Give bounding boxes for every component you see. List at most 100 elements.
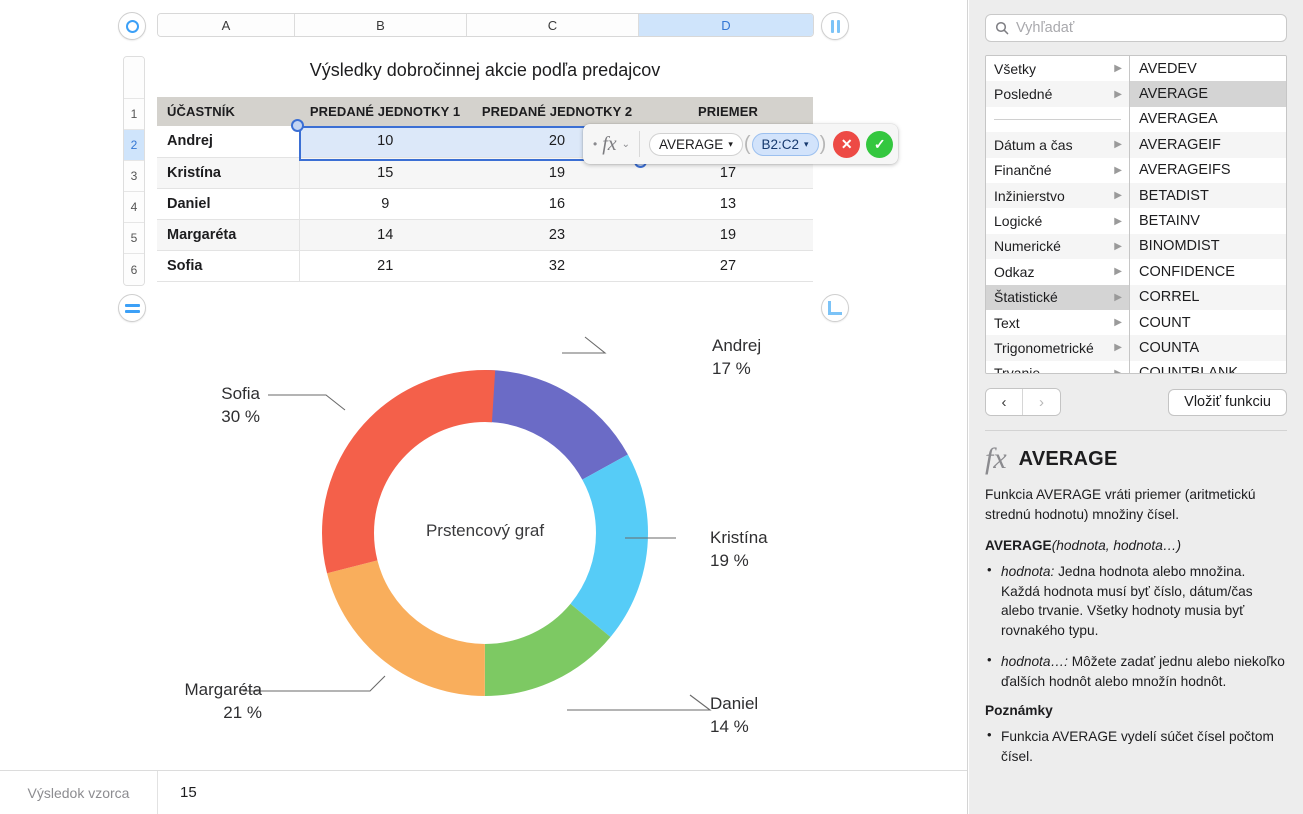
function-item-averagea[interactable]: AVERAGEA: [1130, 106, 1286, 133]
row-header-2[interactable]: 2: [124, 130, 144, 161]
category-item-logicke[interactable]: Logické ▶: [986, 208, 1129, 234]
category-item-inzinierstvo[interactable]: Inžinierstvo ▶: [986, 182, 1129, 209]
chart-label-kristina: Kristína 19 %: [710, 527, 768, 573]
col-header-priemer: PRIEMER: [643, 97, 813, 126]
chevron-right-icon: ▶: [1114, 266, 1122, 278]
doc-notes-heading: Poznámky: [985, 702, 1053, 718]
category-label: Numerické: [994, 238, 1061, 255]
row-header-3[interactable]: 3: [124, 161, 144, 192]
table-row[interactable]: Daniel 9 16 13: [157, 188, 813, 220]
category-item-numericke[interactable]: Numerické ▶: [986, 233, 1129, 260]
formula-bullet-icon: •: [593, 137, 598, 151]
column-header-strip: A B C D: [157, 13, 814, 37]
category-item-odkaz[interactable]: Odkaz ▶: [986, 259, 1129, 285]
columns-icon: [830, 19, 840, 33]
row-header-1[interactable]: 1: [124, 99, 144, 130]
cancel-formula-button[interactable]: ✕: [833, 130, 861, 158]
search-input[interactable]: [1016, 20, 1277, 36]
chart-label-pct: 30 %: [221, 406, 260, 426]
table-row[interactable]: Sofia 21 32 27: [157, 250, 813, 282]
row-header-5[interactable]: 5: [124, 223, 144, 254]
search-box[interactable]: [985, 14, 1287, 42]
category-item-statisticke[interactable]: Štatistické ▶: [986, 284, 1129, 310]
column-header-b[interactable]: B: [295, 14, 467, 36]
doc-argument-item: hodnota…: Môžete zadať jednu alebo nieko…: [985, 651, 1287, 692]
function-item-binomdist[interactable]: BINOMDIST: [1130, 233, 1286, 260]
category-label: Trigonometrické: [994, 339, 1094, 356]
category-item-datum-a-cas[interactable]: Dátum a čas ▶: [986, 132, 1129, 158]
cell-name[interactable]: Margaréta: [157, 219, 300, 251]
function-item-countblank[interactable]: COUNTBLANK: [1130, 360, 1286, 373]
formula-range-token[interactable]: B2:C2 ▾: [751, 132, 819, 156]
table-columns-handle[interactable]: [821, 12, 849, 40]
nav-forward-button[interactable]: ›: [1023, 389, 1060, 415]
cell-units2[interactable]: 23: [471, 219, 643, 251]
cell-name[interactable]: Daniel: [157, 188, 300, 220]
cell-units2[interactable]: 32: [471, 250, 643, 282]
function-item-confidence[interactable]: CONFIDENCE: [1130, 259, 1286, 285]
accept-formula-button[interactable]: ✓: [866, 130, 894, 158]
cell-average[interactable]: 19: [643, 219, 813, 251]
row-header-6[interactable]: 6: [124, 254, 144, 285]
table-row[interactable]: Margaréta 14 23 19: [157, 219, 813, 251]
formula-function-token[interactable]: AVERAGE ▾: [649, 132, 743, 156]
formula-editor[interactable]: • fx ⌄ AVERAGE ▾ ( B2:C2 ▾ ) ✕ ✓: [583, 124, 899, 164]
formula-divider: [639, 131, 641, 157]
function-item-counta[interactable]: COUNTA: [1130, 335, 1286, 361]
function-item-average[interactable]: AVERAGE: [1130, 81, 1286, 107]
category-item-trvanie[interactable]: Trvanie ▶: [986, 360, 1129, 373]
cell-units1[interactable]: 15: [299, 157, 471, 189]
chart-label-margareta: Margaréta 21 %: [162, 679, 262, 725]
chevron-down-icon[interactable]: ⌄: [622, 139, 630, 150]
formula-open-paren: (: [743, 133, 751, 155]
function-item-averageif[interactable]: AVERAGEIF: [1130, 132, 1286, 158]
row-header-4[interactable]: 4: [124, 192, 144, 223]
selection-handle-top-left[interactable]: [291, 119, 304, 132]
cell-average[interactable]: 13: [643, 188, 813, 220]
chart-label-pct: 21 %: [223, 702, 262, 722]
chart-label-name: Kristína: [710, 528, 768, 547]
column-header-c[interactable]: C: [467, 14, 639, 36]
function-item-betadist[interactable]: BETADIST: [1130, 182, 1286, 209]
circle-icon: [125, 19, 139, 33]
chevron-right-icon: ▶: [1114, 317, 1122, 329]
history-nav: ‹ ›: [985, 388, 1061, 416]
nav-back-button[interactable]: ‹: [986, 389, 1023, 415]
table-resize-handle[interactable]: [821, 294, 849, 322]
category-item-vsetky[interactable]: Všetky ▶: [986, 56, 1129, 82]
function-item-avedev[interactable]: AVEDEV: [1130, 56, 1286, 82]
formula-editor-lead: • fx ⌄: [593, 133, 630, 156]
chart-label-name: Andrej: [712, 336, 762, 355]
category-item-trigonometricke[interactable]: Trigonometrické ▶: [986, 335, 1129, 361]
column-header-d[interactable]: D: [639, 14, 813, 36]
doc-description: Funkcia AVERAGE vráti priemer (aritmetic…: [985, 487, 1256, 522]
cell-units1[interactable]: 21: [299, 250, 471, 282]
cell-units1[interactable]: 14: [299, 219, 471, 251]
table-rows-handle[interactable]: [118, 294, 146, 322]
cell-name[interactable]: Kristína: [157, 157, 300, 189]
function-item-averageifs[interactable]: AVERAGEIFS: [1130, 157, 1286, 183]
function-item-count[interactable]: COUNT: [1130, 309, 1286, 336]
function-item-correl[interactable]: CORREL: [1130, 284, 1286, 310]
cell-name[interactable]: Sofia: [157, 250, 300, 282]
column-header-a[interactable]: A: [158, 14, 295, 36]
cell-units2[interactable]: 16: [471, 188, 643, 220]
cell-name[interactable]: Andrej: [157, 126, 300, 158]
category-item-text[interactable]: Text ▶: [986, 309, 1129, 336]
category-item-posledne[interactable]: Posledné ▶: [986, 81, 1129, 107]
chart-label-andrej: Andrej 17 %: [712, 335, 761, 381]
doc-signature: AVERAGE(hodnota, hodnota…): [985, 538, 1287, 553]
cell-average[interactable]: 27: [643, 250, 813, 282]
table-select-all-handle[interactable]: [118, 12, 146, 40]
function-item-betainv[interactable]: BETAINV: [1130, 208, 1286, 234]
doc-signature-args: (hodnota, hodnota…): [1051, 537, 1182, 553]
function-documentation: fx AVERAGE Funkcia AVERAGE vráti priemer…: [985, 431, 1287, 814]
cell-units1[interactable]: 10: [299, 126, 471, 158]
donut-chart[interactable]: Prstencový graf Andrej 17 % Kristína 19 …: [0, 325, 967, 755]
doc-argument-term: hodnota:: [1001, 563, 1055, 579]
leader-sofia: [268, 394, 346, 411]
cell-units1[interactable]: 9: [299, 188, 471, 220]
insert-function-button[interactable]: Vložiť funkciu: [1168, 388, 1287, 416]
fx-icon: fx: [985, 442, 1007, 475]
category-item-financne[interactable]: Finančné ▶: [986, 157, 1129, 183]
